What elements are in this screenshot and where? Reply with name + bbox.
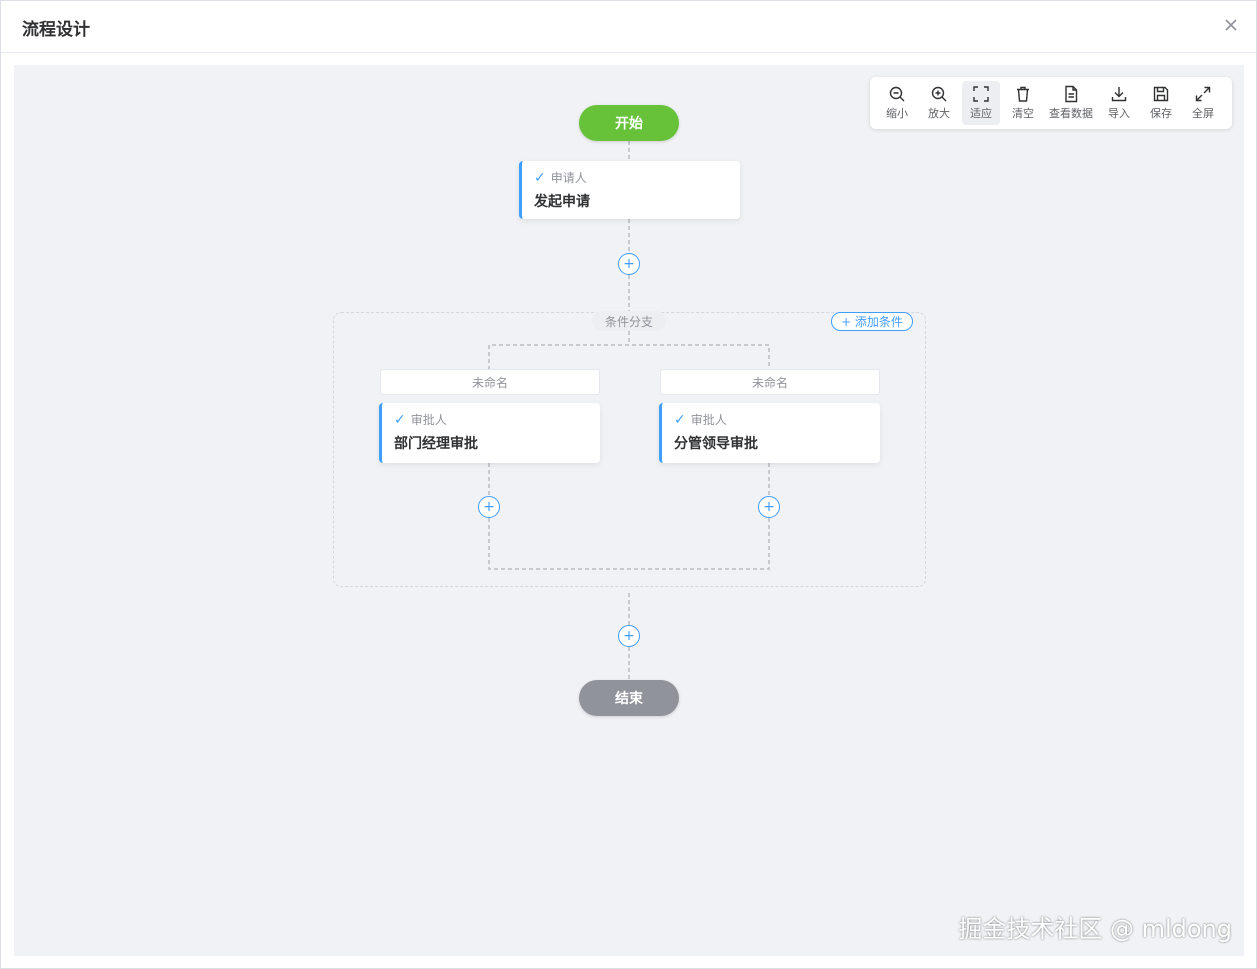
fit-screen-icon (973, 86, 989, 102)
zoom-out-label: 缩小 (886, 107, 908, 120)
zoom-in-button[interactable]: 放大 (920, 81, 958, 125)
watermark: 掘金技术社区 @ mldong (958, 915, 1232, 943)
close-icon[interactable] (1220, 14, 1242, 36)
canvas-toolbar: 缩小 放大 适应 清空 查看数据 导入 保存 全屏 (870, 77, 1232, 129)
condition-branch-label: 条件分支 (592, 311, 666, 331)
approver-type-label: 审批人 (410, 413, 447, 427)
trash-icon (1017, 86, 1029, 102)
check-icon: ✓ (674, 411, 686, 428)
clear-button[interactable]: 清空 (1004, 81, 1042, 125)
save-button[interactable]: 保存 (1142, 81, 1180, 125)
document-icon (1065, 85, 1078, 103)
flow-design-dialog: 流程设计 缩小 放大 适应 清空 查看数据 导入 保存 全屏 开始 ✓ 申请人 … (0, 0, 1257, 969)
condition-name[interactable]: 未命名 (380, 369, 600, 395)
fullscreen-button[interactable]: 全屏 (1184, 81, 1222, 125)
import-button[interactable]: 导入 (1100, 81, 1138, 125)
applicant-type: ✓ 申请人 (534, 169, 587, 186)
zoom-in-icon (931, 86, 947, 102)
applicant-type-label: 申请人 (550, 171, 587, 185)
approver-type-label: 审批人 (690, 413, 727, 427)
approver-node-dept-manager[interactable]: ✓ 审批人 部门经理审批 (379, 403, 600, 463)
dialog-title: 流程设计 (22, 20, 90, 40)
check-icon: ✓ (394, 411, 406, 428)
view-data-label: 查看数据 (1049, 107, 1093, 120)
approver-type: ✓ 审批人 (394, 411, 447, 428)
add-node-button[interactable]: + (478, 496, 500, 518)
dialog-header: 流程设计 (1, 1, 1256, 53)
approver-node-leader[interactable]: ✓ 审批人 分管领导审批 (659, 403, 880, 463)
fullscreen-icon (1195, 86, 1211, 102)
check-icon: ✓ (534, 169, 546, 186)
applicant-node-name: 发起申请 (534, 194, 590, 210)
start-node[interactable]: 开始 (579, 105, 679, 141)
zoom-out-button[interactable]: 缩小 (878, 81, 916, 125)
fit-button[interactable]: 适应 (962, 81, 1000, 125)
zoom-in-label: 放大 (928, 107, 950, 120)
save-label: 保存 (1150, 107, 1172, 120)
save-icon (1153, 86, 1169, 102)
add-node-button[interactable]: + (758, 496, 780, 518)
approver-type: ✓ 审批人 (674, 411, 727, 428)
approver-node-name: 部门经理审批 (394, 436, 478, 452)
approver-node-name: 分管领导审批 (674, 436, 758, 452)
clear-label: 清空 (1012, 107, 1034, 120)
download-icon (1111, 87, 1127, 102)
condition-name[interactable]: 未命名 (660, 369, 880, 395)
flow-canvas[interactable]: 缩小 放大 适应 清空 查看数据 导入 保存 全屏 开始 ✓ 申请人 发起申请 … (14, 65, 1244, 956)
add-node-button[interactable]: + (618, 253, 640, 275)
view-data-button[interactable]: 查看数据 (1046, 81, 1096, 125)
add-condition-button[interactable]: + 添加条件 (831, 312, 913, 331)
add-node-button[interactable]: + (618, 625, 640, 647)
import-label: 导入 (1108, 107, 1130, 120)
applicant-node[interactable]: ✓ 申请人 发起申请 (519, 161, 740, 219)
fullscreen-label: 全屏 (1192, 107, 1214, 120)
fit-label: 适应 (970, 107, 992, 120)
end-node[interactable]: 结束 (579, 680, 679, 716)
zoom-out-icon (889, 86, 905, 102)
